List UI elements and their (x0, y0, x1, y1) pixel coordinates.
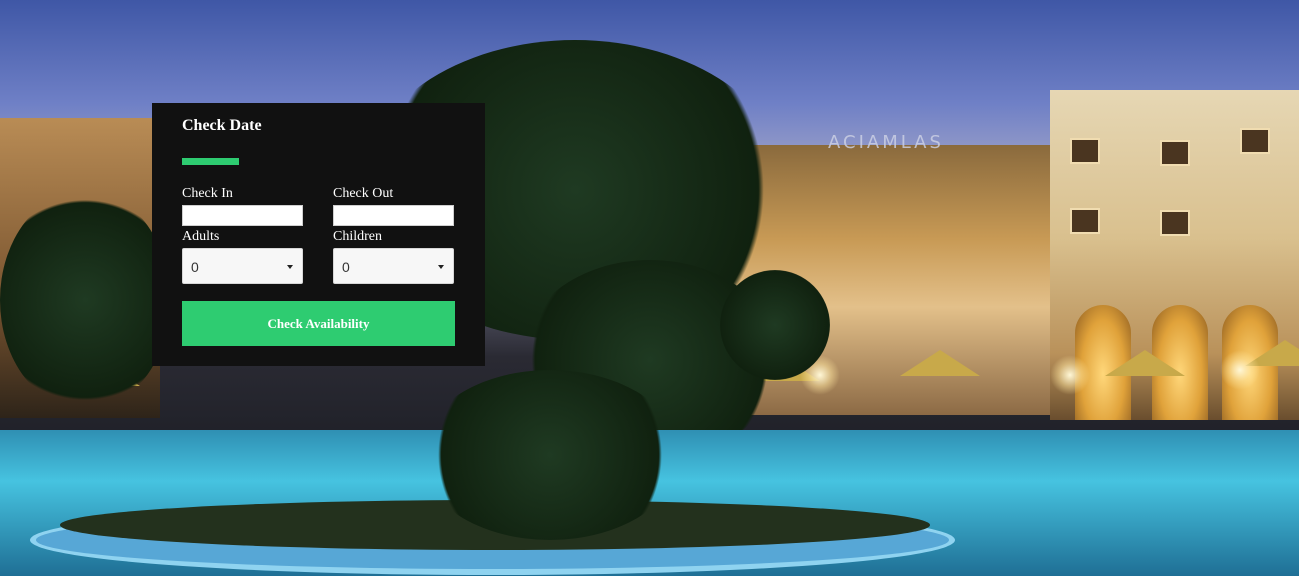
title-underline (182, 158, 239, 165)
children-label: Children (333, 229, 382, 244)
caret-down-icon (287, 265, 293, 269)
window (1160, 140, 1190, 166)
window (1240, 128, 1270, 154)
adults-select[interactable]: 0 (182, 248, 303, 284)
panel-title: Check Date (182, 117, 262, 134)
window (1160, 210, 1190, 236)
palm-tree (720, 270, 830, 380)
children-select[interactable]: 0 (333, 248, 454, 284)
check-in-label: Check In (182, 186, 233, 201)
check-out-input[interactable] (333, 205, 454, 226)
check-date-panel: Check Date Check In Check Out Adults 0 C… (152, 103, 485, 366)
palm-tree (420, 370, 680, 540)
lamp-glow (1220, 350, 1260, 390)
window (1070, 208, 1100, 234)
adults-label: Adults (182, 229, 220, 244)
children-selected-value: 0 (342, 259, 350, 275)
caret-down-icon (438, 265, 444, 269)
check-in-input[interactable] (182, 205, 303, 226)
hotel-sign: ACIAMLAS (828, 132, 944, 153)
check-out-label: Check Out (333, 186, 394, 201)
window (1070, 138, 1100, 164)
check-availability-button[interactable]: Check Availability (182, 301, 455, 346)
adults-selected-value: 0 (191, 259, 199, 275)
palm-tree (0, 190, 170, 410)
lamp-glow (1050, 355, 1090, 395)
